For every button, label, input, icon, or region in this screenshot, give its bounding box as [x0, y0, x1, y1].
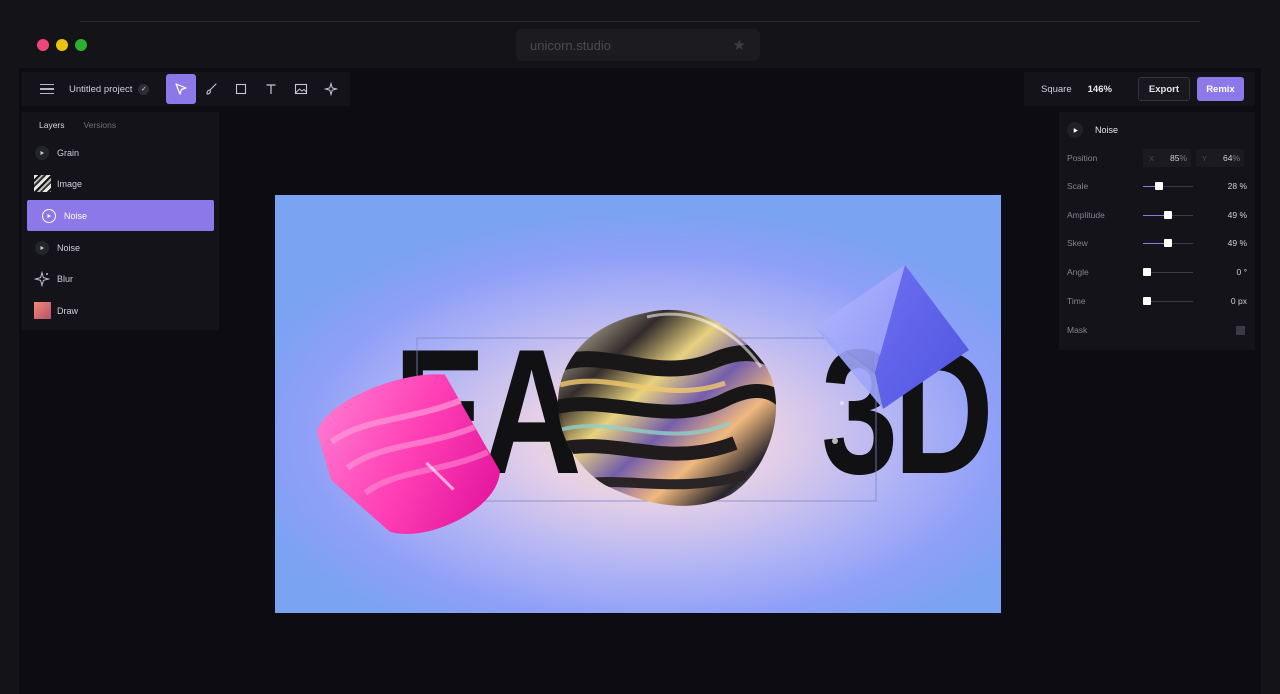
layer-item-noise-selected[interactable]: Noise: [27, 200, 214, 231]
slider-knob[interactable]: [1163, 211, 1172, 219]
play-icon[interactable]: [35, 145, 49, 160]
brush-tool[interactable]: [196, 74, 226, 104]
angle-value[interactable]: 0 °: [1237, 267, 1248, 277]
mask-checkbox[interactable]: [1236, 325, 1245, 335]
window-controls: [37, 39, 87, 51]
skew-label: Skew: [1067, 238, 1088, 248]
layer-item-blur[interactable]: Blur: [27, 263, 214, 294]
brush-icon: [206, 83, 217, 95]
y-axis-label: Y: [1202, 153, 1208, 163]
zoom-level[interactable]: 146%: [1088, 84, 1112, 95]
rectangle-tool[interactable]: [226, 74, 256, 104]
sparkle-icon: [324, 82, 339, 96]
time-label: Time: [1067, 296, 1086, 306]
design-canvas[interactable]: EA 3D: [275, 195, 1001, 613]
position-x-field[interactable]: X 85%: [1143, 149, 1191, 167]
layer-label: Noise: [57, 242, 81, 253]
position-x-unit: %: [1179, 153, 1187, 163]
layer-item-noise[interactable]: Noise: [27, 232, 214, 263]
select-tool[interactable]: [166, 74, 197, 104]
tab-layers[interactable]: Layers: [39, 120, 65, 130]
slider-knob[interactable]: [1143, 268, 1151, 276]
window-top-border: [80, 21, 1200, 22]
image-tool[interactable]: [286, 74, 316, 104]
scale-label: Scale: [1067, 181, 1089, 191]
position-y-unit: %: [1232, 153, 1240, 163]
skew-row: Skew 49 %: [1067, 233, 1247, 253]
minimize-window-button[interactable]: [56, 39, 68, 51]
skew-slider[interactable]: [1143, 238, 1193, 248]
position-row: Position X 85% Y 64%: [1067, 148, 1247, 168]
remix-button[interactable]: Remix: [1196, 77, 1244, 101]
project-name[interactable]: Untitled project: [69, 84, 132, 95]
text-icon: [266, 84, 276, 94]
skew-value[interactable]: 49 %: [1228, 238, 1247, 248]
play-icon[interactable]: [1067, 122, 1083, 138]
play-icon[interactable]: [42, 208, 56, 223]
square-icon: [236, 83, 247, 95]
time-slider[interactable]: [1143, 296, 1193, 306]
panel-tabs: Layers Versions: [22, 112, 219, 130]
scale-value[interactable]: 28 %: [1228, 181, 1247, 191]
check-icon: ✓: [138, 83, 150, 95]
star-icon[interactable]: ★: [733, 36, 746, 54]
properties-title: Noise: [1095, 125, 1119, 135]
canvas-artwork: EA 3D: [316, 265, 994, 534]
angle-row: Angle 0 °: [1067, 262, 1247, 282]
layer-item-grain[interactable]: Grain: [27, 137, 214, 168]
scale-slider[interactable]: [1143, 181, 1193, 191]
hologram-shape: [558, 309, 844, 506]
address-bar[interactable]: unicorn.studio ★: [516, 29, 760, 61]
scale-row: Scale 28 %: [1067, 176, 1247, 196]
sparkle-icon: [34, 270, 50, 287]
close-window-button[interactable]: [37, 39, 49, 51]
export-button[interactable]: Export: [1137, 77, 1190, 101]
mask-label: Mask: [1067, 325, 1088, 335]
amplitude-label: Amplitude: [1067, 210, 1105, 220]
amplitude-row: Amplitude 49 %: [1067, 205, 1247, 225]
layer-item-draw[interactable]: Draw: [27, 295, 214, 326]
properties-header: Noise: [1067, 122, 1118, 138]
play-icon[interactable]: [35, 240, 49, 255]
layer-label: Noise: [64, 210, 88, 221]
url-text: unicorn.studio: [530, 37, 611, 53]
effects-tool[interactable]: [316, 74, 346, 104]
slider-knob[interactable]: [1143, 297, 1151, 305]
angle-label: Angle: [1067, 267, 1089, 277]
image-thumbnail: [33, 175, 51, 192]
layer-label: Grain: [57, 147, 80, 158]
angle-slider[interactable]: [1143, 267, 1193, 277]
x-axis-label: X: [1149, 153, 1155, 163]
text-tool[interactable]: [256, 74, 286, 104]
tab-versions[interactable]: Versions: [84, 120, 117, 130]
main-toolbar: Untitled project ✓: [22, 72, 350, 106]
position-y-field[interactable]: Y 64%: [1196, 149, 1244, 167]
slider-knob[interactable]: [1163, 239, 1172, 247]
amplitude-slider[interactable]: [1143, 210, 1193, 220]
layer-label: Image: [57, 178, 83, 189]
layer-label: Draw: [57, 305, 79, 316]
slider-knob[interactable]: [1154, 182, 1163, 190]
draw-thumbnail: [33, 302, 51, 319]
view-toolbar: Square 146% Export Remix: [1024, 72, 1255, 106]
time-value[interactable]: 0 px: [1231, 296, 1247, 306]
tool-group: [166, 74, 346, 104]
layer-item-image[interactable]: Image: [27, 168, 214, 199]
mask-row: Mask: [1067, 320, 1247, 340]
maximize-window-button[interactable]: [75, 39, 87, 51]
hamburger-icon[interactable]: [40, 84, 54, 94]
cursor-icon: [175, 83, 187, 95]
canvas-format[interactable]: Square: [1041, 84, 1072, 95]
time-row: Time 0 px: [1067, 291, 1247, 311]
position-label: Position: [1067, 153, 1098, 163]
properties-panel: Noise Position X 85% Y 64% Scale 28 % Am…: [1059, 112, 1255, 350]
layers-panel: Layers Versions Grain Image Noise Noise …: [22, 112, 219, 330]
image-icon: [295, 83, 308, 95]
amplitude-value[interactable]: 49 %: [1228, 210, 1247, 220]
layer-label: Blur: [57, 273, 74, 284]
